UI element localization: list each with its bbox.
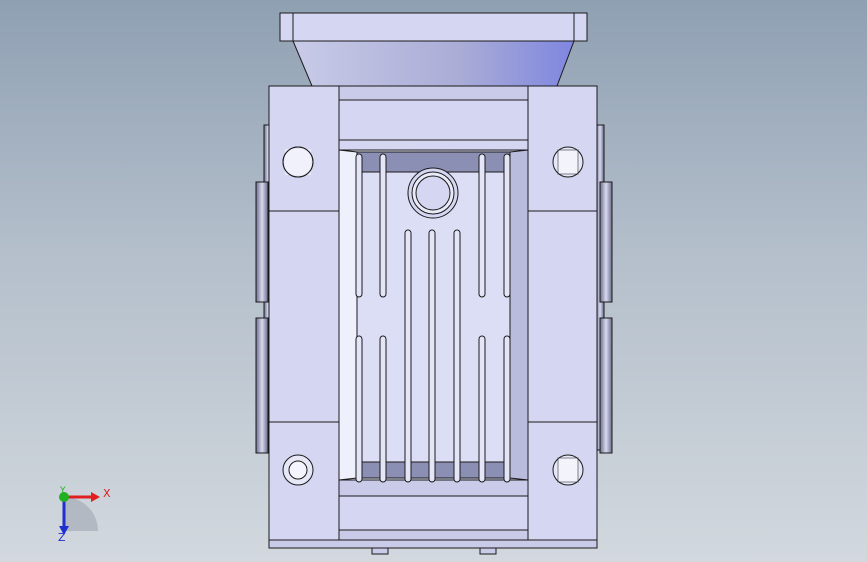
axis-triad[interactable] bbox=[59, 492, 100, 535]
x-axis-label: X bbox=[103, 487, 111, 500]
corner-pad-top-left bbox=[268, 85, 340, 212]
corner-pad-bottom-right bbox=[527, 421, 598, 541]
corner-pad-bottom-left bbox=[268, 421, 340, 541]
right-shaft-rings bbox=[595, 124, 613, 454]
corner-pad-top-right bbox=[527, 85, 598, 212]
top-flange bbox=[279, 12, 588, 87]
center-port bbox=[407, 167, 459, 219]
z-axis-label: Z bbox=[58, 531, 66, 544]
triad-shadow bbox=[64, 497, 98, 531]
bottom-feet bbox=[371, 547, 497, 555]
top-band bbox=[338, 85, 529, 141]
gearbox-front-view[interactable] bbox=[0, 0, 867, 562]
cad-viewport[interactable]: X Y Z bbox=[0, 0, 867, 562]
y-axis-label: Y bbox=[60, 486, 66, 496]
x-arrowhead bbox=[91, 492, 100, 502]
